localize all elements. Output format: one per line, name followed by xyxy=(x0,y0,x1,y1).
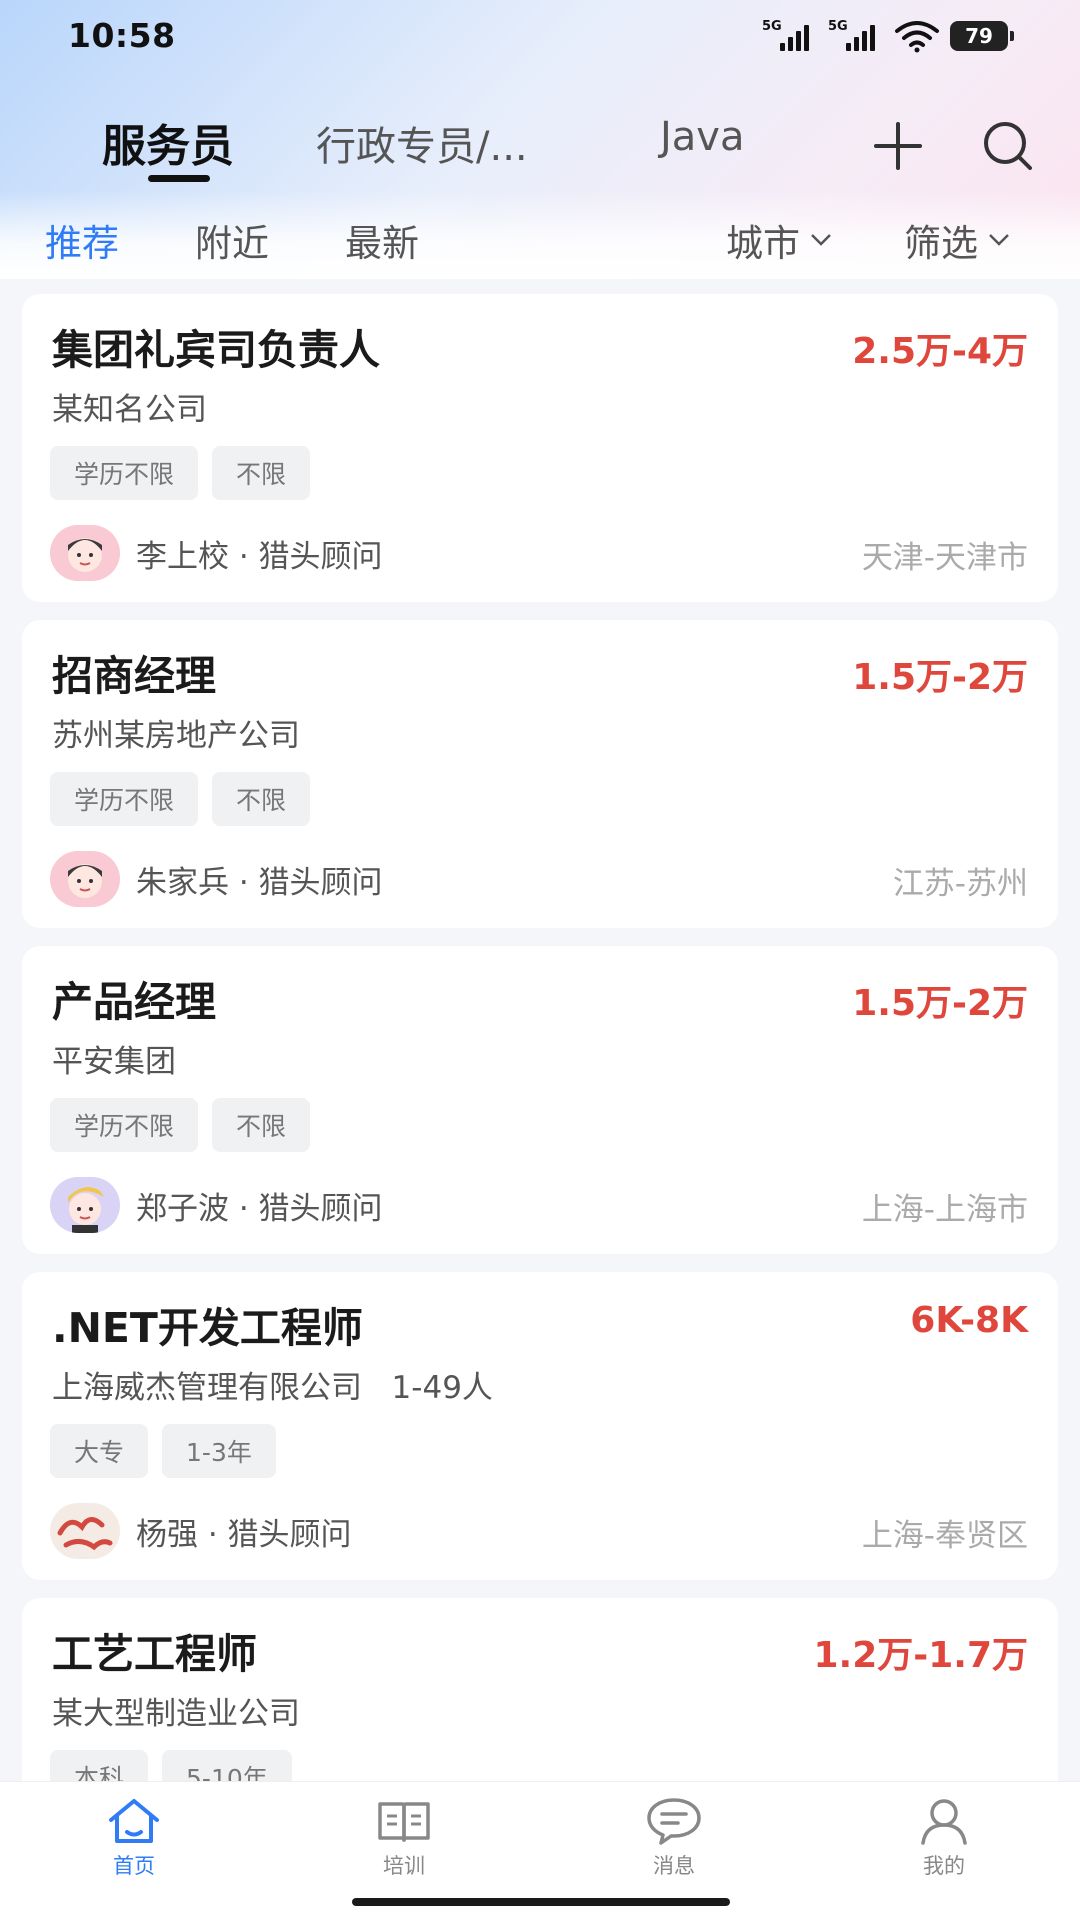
recruiter-name: 杨强 · 猎头顾问 xyxy=(136,1516,352,1553)
sort-recommend[interactable]: 推荐 xyxy=(45,213,119,267)
job-salary: 1.5万-2万 xyxy=(852,983,1028,1024)
company-name: 平安集团 xyxy=(52,1044,176,1080)
job-salary: 1.2万-1.7万 xyxy=(813,1635,1029,1676)
plus-icon[interactable] xyxy=(870,118,926,174)
tag-education: 学历不限 xyxy=(50,1098,199,1152)
keyword-tabs: 服务员 行政专员/... Java xyxy=(0,100,1080,190)
city-dropdown[interactable]: 城市 xyxy=(726,213,832,267)
tab-waiter[interactable]: 服务员 xyxy=(102,110,234,174)
active-tab-indicator xyxy=(148,175,210,182)
job-card[interactable]: 招商经理 1.5万-2万 苏州某房地产公司 学历不限 不限 朱家兵 · 猎头顾问… xyxy=(22,620,1058,928)
nav-profile[interactable]: 我的 xyxy=(884,1796,1004,1880)
signal-icon-2: 5G xyxy=(828,19,884,53)
battery-level: 79 xyxy=(965,24,993,48)
job-tags: 大专 1-3年 xyxy=(50,1424,276,1478)
avatar xyxy=(50,851,120,907)
tag-education: 学历不限 xyxy=(50,772,199,826)
battery-icon: 79 xyxy=(950,21,1014,51)
tag-education: 大专 xyxy=(50,1424,149,1478)
job-card[interactable]: 产品经理 1.5万-2万 平安集团 学历不限 不限 郑子波 · 猎头顾问 上海-… xyxy=(22,946,1058,1254)
recruiter-name: 朱家兵 · 猎头顾问 xyxy=(136,864,383,901)
book-icon xyxy=(378,1802,430,1842)
tag-experience: 不限 xyxy=(212,772,311,826)
job-tags: 学历不限 不限 xyxy=(50,446,311,500)
job-location: 上海-奉贤区 xyxy=(861,1518,1028,1554)
avatar xyxy=(50,525,120,581)
tab-java[interactable]: Java xyxy=(660,114,745,160)
job-tags: 学历不限 不限 xyxy=(50,772,311,826)
filter-label: 筛选 xyxy=(904,222,978,265)
job-location: 天津-天津市 xyxy=(861,540,1028,576)
job-location: 上海-上海市 xyxy=(861,1192,1028,1228)
home-indicator[interactable] xyxy=(352,1898,730,1906)
chevron-down-icon xyxy=(989,234,1009,246)
tab-admin[interactable]: 行政专员/... xyxy=(316,114,528,172)
avatar xyxy=(50,1503,120,1559)
status-time: 10:58 xyxy=(68,16,176,55)
avatar xyxy=(50,1177,120,1233)
wifi-icon xyxy=(895,21,939,53)
app-screen: 10:58 5G 5G 79 服务员 行政专员/... Java 推荐 附近 最… xyxy=(0,0,1080,1920)
status-icons: 5G 5G 79 xyxy=(762,18,1014,54)
job-title: 产品经理 xyxy=(52,978,216,1026)
recruiter: 杨强 · 猎头顾问 xyxy=(50,1502,352,1560)
job-salary: 6K-8K xyxy=(910,1300,1028,1341)
status-bar: 10:58 5G 5G 79 xyxy=(0,0,1080,72)
company-name: 某知名公司 xyxy=(52,392,207,428)
city-label: 城市 xyxy=(726,222,800,265)
recruiter-name: 李上校 · 猎头顾问 xyxy=(136,538,383,575)
filter-dropdown[interactable]: 筛选 xyxy=(904,213,1010,267)
job-salary: 1.5万-2万 xyxy=(852,657,1028,698)
tag-experience: 1-3年 xyxy=(162,1424,276,1478)
job-tags: 学历不限 不限 xyxy=(50,1098,311,1152)
job-title: 集团礼宾司负责人 xyxy=(52,326,380,374)
job-title: .NET开发工程师 xyxy=(52,1304,363,1352)
recruiter-name: 郑子波 · 猎头顾问 xyxy=(136,1190,383,1227)
signal-label-2: 5G xyxy=(828,19,848,34)
recruiter: 李上校 · 猎头顾问 xyxy=(50,524,383,582)
tag-experience: 不限 xyxy=(212,1098,311,1152)
nav-home[interactable]: 首页 xyxy=(74,1796,194,1880)
search-icon[interactable] xyxy=(980,118,1036,174)
recruiter: 朱家兵 · 猎头顾问 xyxy=(50,850,383,908)
home-icon xyxy=(109,1799,159,1843)
job-title: 招商经理 xyxy=(52,652,216,700)
job-title: 工艺工程师 xyxy=(52,1630,257,1678)
company-name: 苏州某房地产公司 xyxy=(52,718,300,754)
company-name: 上海威杰管理有限公司 1-49人 xyxy=(52,1370,493,1406)
sort-filter-row: 推荐 附近 最新 城市 筛选 xyxy=(0,205,1080,271)
company-name: 某大型制造业公司 xyxy=(52,1696,300,1732)
nav-training-label: 培训 xyxy=(383,1854,425,1878)
job-salary: 2.5万-4万 xyxy=(852,331,1028,372)
signal-icon: 5G xyxy=(762,19,818,53)
sort-latest[interactable]: 最新 xyxy=(345,213,419,267)
signal-label: 5G xyxy=(762,19,782,34)
nav-training[interactable]: 培训 xyxy=(344,1796,464,1880)
sort-nearby[interactable]: 附近 xyxy=(195,213,269,267)
user-icon xyxy=(921,1799,967,1845)
tag-experience: 不限 xyxy=(212,446,311,500)
tag-education: 学历不限 xyxy=(50,446,199,500)
nav-messages[interactable]: 消息 xyxy=(614,1796,734,1880)
job-card[interactable]: 集团礼宾司负责人 2.5万-4万 某知名公司 学历不限 不限 李上校 · 猎头顾… xyxy=(22,294,1058,602)
nav-profile-label: 我的 xyxy=(923,1854,965,1878)
recruiter: 郑子波 · 猎头顾问 xyxy=(50,1176,383,1234)
job-card[interactable]: .NET开发工程师 6K-8K 上海威杰管理有限公司 1-49人 大专 1-3年… xyxy=(22,1272,1058,1580)
nav-messages-label: 消息 xyxy=(653,1854,695,1878)
nav-home-label: 首页 xyxy=(113,1854,155,1878)
message-icon xyxy=(647,1798,701,1845)
job-location: 江苏-苏州 xyxy=(892,866,1028,902)
chevron-down-icon xyxy=(811,234,831,246)
